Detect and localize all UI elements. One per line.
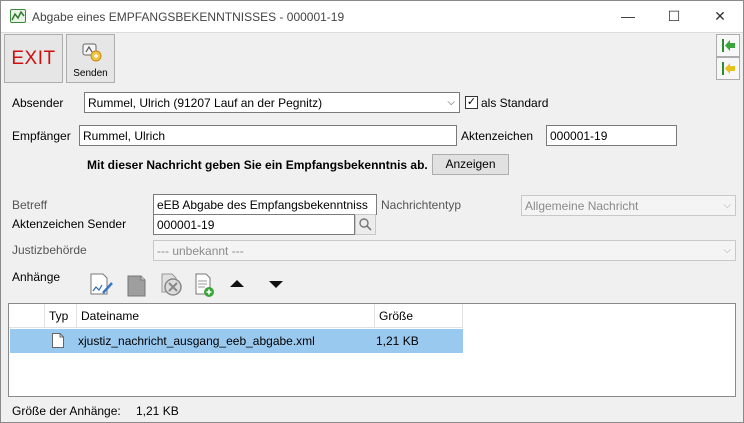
- az-sender-field[interactable]: 000001-19: [153, 214, 355, 235]
- aktenzeichen-label: Aktenzeichen: [461, 129, 534, 143]
- col-dateiname[interactable]: Dateiname: [77, 304, 375, 328]
- remove-attachment-icon[interactable]: [157, 271, 185, 299]
- row-size: 1,21 KB: [376, 334, 419, 348]
- main-window: Abgabe eines EMPFANGSBEKENNTNISSES - 000…: [0, 0, 744, 423]
- justiz-select: --- unbekannt --- ⌵: [153, 240, 736, 261]
- total-size-value: 1,21 KB: [136, 404, 179, 418]
- file-icon: [52, 333, 64, 348]
- minimize-button[interactable]: —: [605, 1, 651, 32]
- total-size-label: Größe der Anhänge:: [12, 404, 121, 418]
- empfaenger-field[interactable]: Rummel, Ulrich: [79, 125, 457, 146]
- move-up-icon[interactable]: [223, 271, 251, 299]
- absender-label: Absender: [12, 96, 64, 110]
- betreff-field[interactable]: eEB Abgabe des Empfangsbekenntniss: [153, 194, 377, 215]
- nachrichtentyp-value: Allgemeine Nachricht: [525, 199, 639, 213]
- absender-value: Rummel, Ulrich (91207 Lauf an der Pegnit…: [88, 96, 323, 110]
- arrow-left-first-icon: [722, 39, 735, 52]
- title-divider: [1, 32, 743, 33]
- exit-label: EXIT: [11, 48, 56, 69]
- open-attachment-icon[interactable]: [123, 271, 151, 299]
- app-icon: [10, 9, 26, 23]
- edit-attachment-icon[interactable]: [87, 271, 115, 299]
- row-filename: xjustiz_nachricht_ausgang_eeb_abgabe.xml: [78, 334, 315, 348]
- als-standard-checkbox[interactable]: ✓: [465, 96, 478, 109]
- send-button[interactable]: Senden: [66, 34, 115, 83]
- window-title: Abgabe eines EMPFANGSBEKENNTNISSES - 000…: [32, 10, 345, 24]
- anzeigen-button[interactable]: Anzeigen: [432, 154, 509, 175]
- move-down-icon[interactable]: [262, 271, 290, 299]
- anhaenge-label: Anhänge: [12, 270, 61, 284]
- col-blank: [9, 304, 45, 328]
- empfaenger-label: Empfänger: [12, 129, 71, 143]
- maximize-button[interactable]: ☐: [651, 1, 697, 32]
- col-groesse[interactable]: Größe: [375, 304, 463, 328]
- eb-notice: Mit dieser Nachricht geben Sie ein Empfa…: [87, 158, 428, 172]
- justiz-value: --- unbekannt ---: [157, 244, 244, 258]
- als-standard-label: als Standard: [481, 96, 549, 110]
- chevron-down-icon: ⌵: [723, 245, 731, 256]
- nachrichtentyp-select: Allgemeine Nachricht ⌵: [521, 195, 736, 216]
- az-sender-label: Aktenzeichen Sender: [12, 217, 127, 231]
- arrow-left-prev-icon: [722, 62, 735, 75]
- az-search-button[interactable]: [355, 214, 376, 235]
- close-button[interactable]: ✕: [697, 1, 743, 32]
- chevron-down-icon: ⌵: [447, 97, 455, 108]
- betreff-label: Betreff: [12, 198, 48, 212]
- add-attachment-icon[interactable]: [191, 271, 219, 299]
- nachrichtentyp-label: Nachrichtentyp: [381, 198, 462, 212]
- title-bar: Abgabe eines EMPFANGSBEKENNTNISSES - 000…: [1, 1, 743, 32]
- absender-select[interactable]: Rummel, Ulrich (91207 Lauf an der Pegnit…: [84, 92, 460, 113]
- nav-prev-button[interactable]: [716, 57, 740, 80]
- chevron-down-icon: ⌵: [723, 200, 731, 211]
- attachments-list[interactable]: Typ Dateiname Größe xjustiz_nachricht_au…: [8, 303, 736, 397]
- aktenzeichen-field[interactable]: 000001-19: [546, 125, 677, 146]
- nav-first-button[interactable]: [716, 34, 740, 57]
- send-message-icon: [81, 41, 103, 63]
- justiz-label: Justizbehörde: [12, 243, 87, 257]
- send-label: Senden: [73, 68, 108, 79]
- col-typ[interactable]: Typ: [45, 304, 77, 328]
- table-row[interactable]: xjustiz_nachricht_ausgang_eeb_abgabe.xml…: [10, 329, 463, 353]
- search-icon: [359, 218, 372, 231]
- exit-button[interactable]: EXIT: [4, 34, 63, 83]
